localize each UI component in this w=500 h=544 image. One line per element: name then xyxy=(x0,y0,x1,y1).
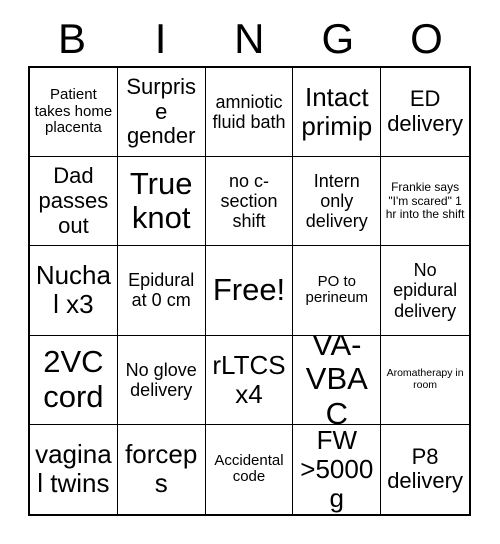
bingo-cell-b5[interactable]: vaginal twins xyxy=(30,424,118,514)
bingo-cell-b4[interactable]: 2VC cord xyxy=(30,335,118,425)
bingo-cell-label: Accidental code xyxy=(214,451,284,486)
bingo-cell-label: vaginal twins xyxy=(35,439,112,499)
bingo-cell-o1[interactable]: ED delivery xyxy=(381,68,469,158)
bingo-cell-label: ED delivery xyxy=(387,86,463,137)
bingo-cell-n4[interactable]: rLTCS x4 xyxy=(205,335,294,425)
bingo-cell-label: Nuchal x3 xyxy=(35,260,111,320)
bingo-card: B I N G O Patient takes home placenta Su… xyxy=(0,0,500,544)
bingo-cell-label: True knot xyxy=(129,165,193,236)
bingo-cell-b3[interactable]: Nuchal x3 xyxy=(30,246,118,336)
header-letter-o: O xyxy=(410,15,444,62)
bingo-cell-label: Intact primip xyxy=(301,81,373,142)
bingo-cell-b2[interactable]: Dad passes out xyxy=(30,157,118,247)
bingo-cell-o4[interactable]: Aromatherapy in room xyxy=(381,335,469,425)
header-letter-g: G xyxy=(321,15,355,62)
bingo-cell-n1[interactable]: amniotic fluid bath xyxy=(205,68,294,158)
bingo-cell-label: rLTCS x4 xyxy=(212,349,286,409)
bingo-cell-i4[interactable]: No glove delivery xyxy=(117,335,206,425)
bingo-grid: Patient takes home placenta Surprise gen… xyxy=(28,66,471,516)
bingo-cell-label: amniotic fluid bath xyxy=(212,91,286,133)
bingo-cell-label: VA-VBAC xyxy=(305,335,368,425)
bingo-cell-b1[interactable]: Patient takes home placenta xyxy=(30,68,118,158)
bingo-cell-n2[interactable]: no c-section shift xyxy=(205,157,294,247)
bingo-free-space-label: Free! xyxy=(212,272,286,308)
bingo-cell-i3[interactable]: Epidural at 0 cm xyxy=(117,246,206,336)
bingo-cell-label: 2VC cord xyxy=(43,343,104,414)
bingo-cell-label: Surprise gender xyxy=(126,74,197,149)
bingo-header-row: B I N G O xyxy=(28,12,471,66)
bingo-cell-g5[interactable]: FW >5000g xyxy=(293,424,382,514)
bingo-cell-label: no c-section shift xyxy=(220,171,278,232)
bingo-cell-i2[interactable]: True knot xyxy=(117,157,206,247)
bingo-cell-label: Intern only delivery xyxy=(305,171,368,232)
bingo-cell-o5[interactable]: P8 delivery xyxy=(381,424,469,514)
bingo-cell-g4[interactable]: VA-VBAC xyxy=(293,335,382,425)
header-letter-n: N xyxy=(234,15,265,62)
header-letter-b: B xyxy=(58,15,87,62)
bingo-cell-i1[interactable]: Surprise gender xyxy=(117,68,206,158)
bingo-cell-label: P8 delivery xyxy=(387,443,463,494)
bingo-cell-label: FW >5000g xyxy=(300,424,374,513)
bingo-cell-free-space[interactable]: Free! xyxy=(205,246,294,336)
bingo-cell-label: Dad passes out xyxy=(38,163,109,238)
bingo-cell-g3[interactable]: PO to perineum xyxy=(293,246,382,336)
bingo-cell-label: forceps xyxy=(125,439,198,499)
bingo-cell-label: No glove delivery xyxy=(125,359,197,400)
bingo-cell-i5[interactable]: forceps xyxy=(117,424,206,514)
bingo-cell-label: Epidural at 0 cm xyxy=(128,270,195,311)
bingo-cell-g2[interactable]: Intern only delivery xyxy=(293,157,382,247)
bingo-cell-label: Frankie says "I'm scared" 1 hr into the … xyxy=(385,180,465,221)
bingo-cell-o3[interactable]: No epidural delivery xyxy=(381,246,469,336)
bingo-cell-label: Aromatherapy in room xyxy=(386,366,464,391)
bingo-cell-label: No epidural delivery xyxy=(393,260,458,321)
header-letter-i: I xyxy=(154,15,167,62)
bingo-cell-o2[interactable]: Frankie says "I'm scared" 1 hr into the … xyxy=(381,157,469,247)
bingo-cell-label: Patient takes home placenta xyxy=(34,85,113,137)
bingo-cell-n5[interactable]: Accidental code xyxy=(205,424,294,514)
bingo-cell-label: PO to perineum xyxy=(305,272,369,307)
bingo-cell-g1[interactable]: Intact primip xyxy=(293,68,382,158)
